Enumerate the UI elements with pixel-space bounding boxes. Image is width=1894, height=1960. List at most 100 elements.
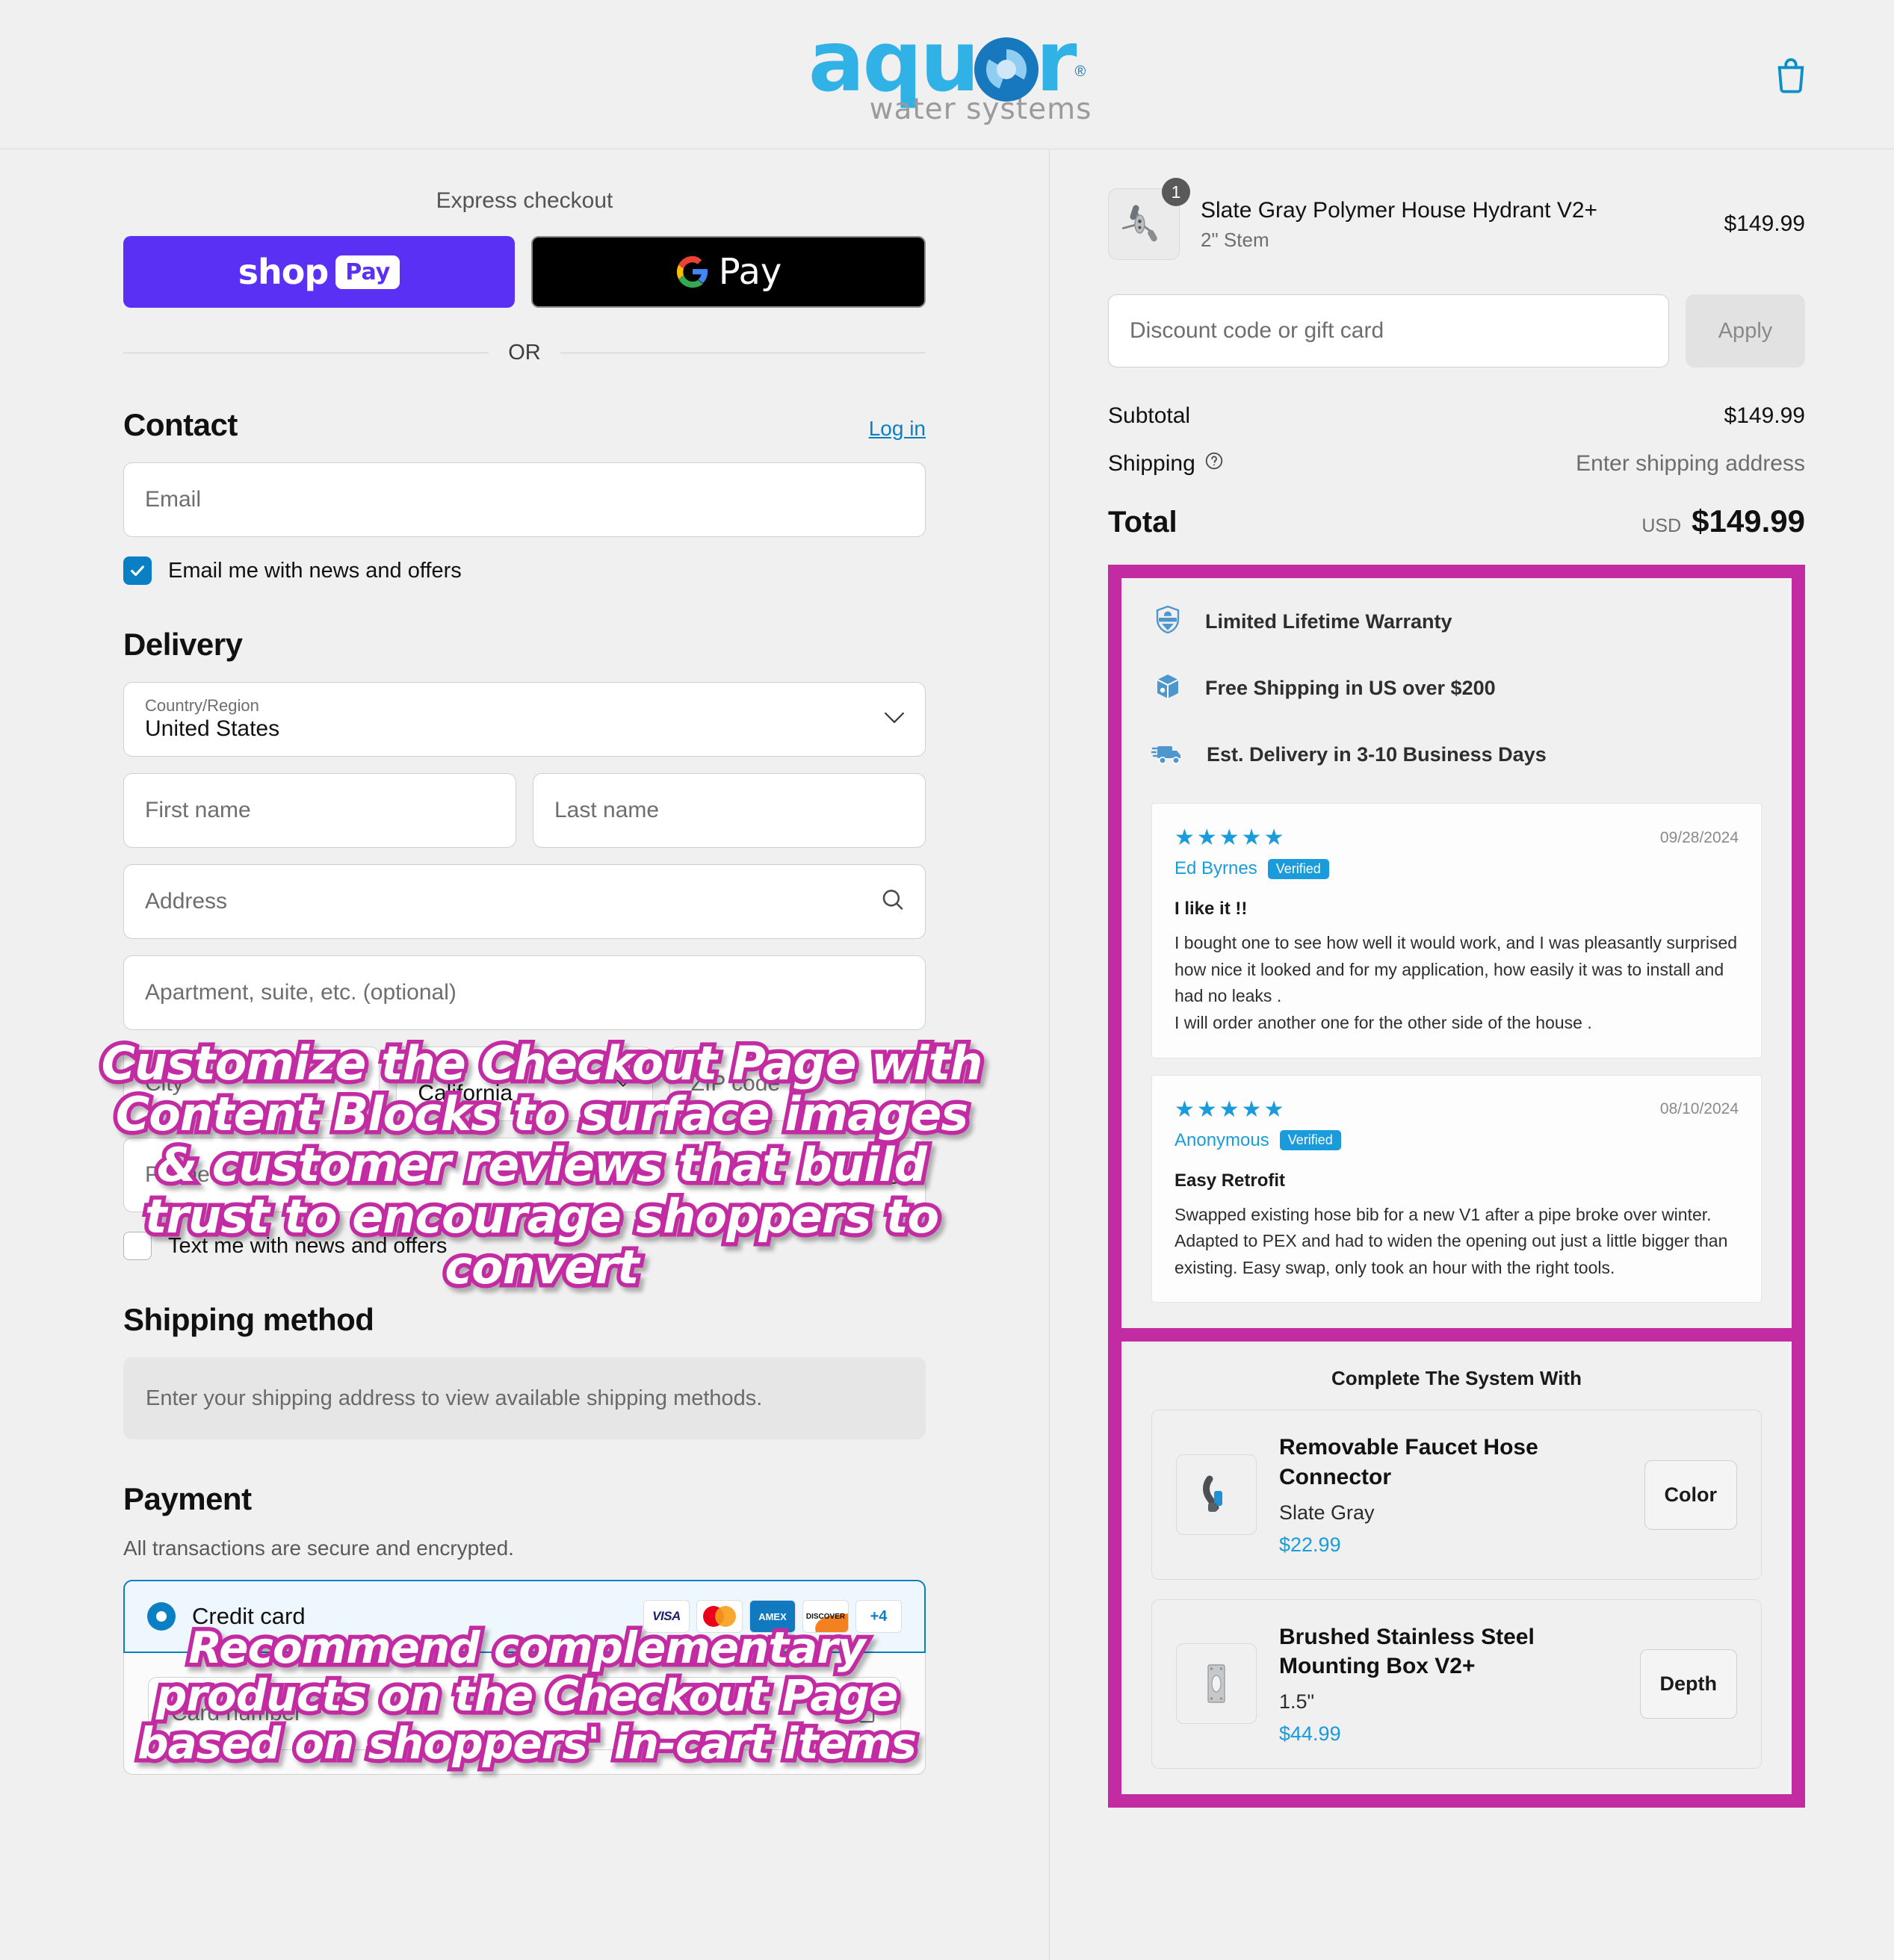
help-circle-icon[interactable] [880,1161,906,1190]
sms-label: Text me with news and offers [168,1233,448,1258]
discount-row: Discount code or gift card Apply [1108,294,1805,368]
quantity-badge: 1 [1162,178,1190,206]
last-name-placeholder: Last name [554,798,660,822]
upsell-inner: Complete The System With Removable Fauce… [1121,1342,1792,1794]
package-box-icon [1151,670,1184,707]
checkout-form-column: Express checkout shop Pay Pay OR Contact… [0,149,1050,1960]
hydrant-product-image [1121,205,1157,242]
total-row: Total USD $149.99 [1108,503,1805,539]
amex-icon: AMEX [749,1600,796,1633]
cart-line-item: 1 Slate Gray Polymer House Hydrant V2+ 2… [1108,178,1805,260]
log-in-link[interactable]: Log in [869,417,926,441]
city-field[interactable]: City [123,1046,380,1121]
delivery-section-header: Delivery [123,627,926,663]
newsletter-checkbox[interactable] [123,556,152,585]
country-select[interactable]: Country/Region United States [123,682,926,757]
delivery-truck-icon [1150,736,1186,773]
newsletter-checkbox-row[interactable]: Email me with news and offers [123,556,926,585]
review-body: I bought one to see how well it would wo… [1175,933,1738,1032]
review-date: 09/28/2024 [1659,828,1739,846]
upsell-option-button-color[interactable]: Color [1644,1460,1737,1530]
shipping-method-title: Shipping method [123,1302,374,1337]
last-name-field[interactable]: Last name [533,773,926,848]
express-checkout-buttons: shop Pay Pay [123,236,926,308]
upsell-highlight: Complete The System With Removable Fauce… [1108,1342,1805,1808]
contact-section-header: Contact Log in [123,407,926,443]
site-header: aqu r ® water systems [0,0,1894,149]
phone-field[interactable]: Phone [123,1138,926,1212]
mastercard-icon [696,1600,743,1633]
line-item-thumb-wrap: 1 [1108,178,1190,260]
name-row: First name Last name [123,773,926,864]
card-number-field[interactable]: Card number [148,1677,901,1750]
sms-checkbox-row[interactable]: Text me with news and offers [123,1232,926,1260]
review-stars: ★★★★★ [1175,1097,1287,1122]
email-field[interactable]: Email [123,462,926,537]
apply-discount-button[interactable]: Apply [1686,294,1805,368]
chevron-down-icon [883,711,906,728]
review-header: ★★★★★ 08/10/2024 [1175,1097,1739,1123]
total-value: $149.99 [1692,503,1805,539]
phone-placeholder: Phone [145,1162,210,1187]
upsell-details: Brushed Stainless Steel Mounting Box V2+… [1279,1622,1618,1746]
logo-swirl-icon [974,37,1039,102]
upsell-thumbnail [1176,1643,1257,1725]
card-number-placeholder: Card number [171,1701,303,1725]
shop-pay-logo: shop Pay [238,252,400,292]
city-state-zip-row: City State California ZIP code [123,1046,926,1138]
brand-logo[interactable]: aqu r ® water systems [802,13,1092,127]
checkout-body: Express checkout shop Pay Pay OR Contact… [0,149,1894,1960]
google-pay-button[interactable]: Pay [531,236,926,308]
zip-placeholder: ZIP code [690,1071,781,1096]
google-g-icon [676,255,708,288]
warranty-shield-icon [1151,604,1184,640]
state-label: State [418,1060,457,1079]
city-placeholder: City [145,1071,184,1096]
logo-tagline: water systems [869,93,1092,127]
apartment-field[interactable]: Apartment, suite, etc. (optional) [123,955,926,1030]
upsell-price: $44.99 [1279,1722,1341,1745]
state-value: California [418,1080,513,1105]
credit-card-radio[interactable] [147,1602,176,1631]
state-select[interactable]: State California [396,1046,653,1121]
total-label: Total [1108,506,1177,539]
upsell-option-button-depth[interactable]: Depth [1639,1649,1737,1719]
help-circle-icon[interactable] [1204,451,1224,477]
zip-field[interactable]: ZIP code [669,1046,926,1121]
upsell-details: Removable Faucet Hose Connector Slate Gr… [1279,1433,1622,1556]
more-cards-icon: +4 [855,1600,902,1633]
shipping-method-header: Shipping method [123,1302,926,1338]
line-item-variant: 2" Stem [1201,229,1269,252]
first-name-field[interactable]: First name [123,773,516,848]
discount-placeholder: Discount code or gift card [1130,318,1384,343]
line-item-price: $149.99 [1724,211,1805,236]
registered-mark: ® [1074,63,1086,81]
address-placeholder: Address [145,889,228,914]
review-author: Anonymous [1175,1129,1269,1150]
content-blocks-highlight: Limited Lifetime Warranty Free Shipping … [1108,565,1805,1342]
upsell-variant: Slate Gray [1279,1501,1375,1524]
country-label: Country/Region [145,695,259,715]
hose-connector-image [1203,1475,1222,1513]
logo-text-r: r [1036,13,1077,111]
address-field[interactable]: Address [123,864,926,939]
newsletter-label: Email me with news and offers [168,558,462,583]
logo-wordmark: aqu r ® [808,13,1086,111]
search-icon[interactable] [880,887,906,917]
upsell-card[interactable]: Brushed Stainless Steel Mounting Box V2+… [1151,1598,1762,1769]
accepted-cards: VISA AMEX DISCOVER +4 [643,1600,902,1633]
upsell-variant: 1.5" [1279,1690,1315,1713]
discount-code-input[interactable]: Discount code or gift card [1108,294,1669,368]
shopping-bag-icon[interactable] [1768,52,1813,97]
upsell-thumbnail [1176,1454,1257,1536]
checkout-page: aqu r ® water systems Express checkout s… [0,0,1894,1960]
shipping-row: Shipping Enter shipping address [1108,451,1805,477]
upsell-card[interactable]: Removable Faucet Hose Connector Slate Gr… [1151,1409,1762,1580]
review-title: Easy Retrofit [1175,1170,1286,1191]
shipping-label: Shipping [1108,451,1195,476]
sms-checkbox[interactable] [123,1232,152,1260]
shop-pay-button[interactable]: shop Pay [123,236,515,308]
credit-card-option[interactable]: Credit card VISA AMEX DISCOVER +4 [123,1580,926,1653]
country-value: United States [145,716,280,741]
payment-note: All transactions are secure and encrypte… [123,1536,514,1560]
